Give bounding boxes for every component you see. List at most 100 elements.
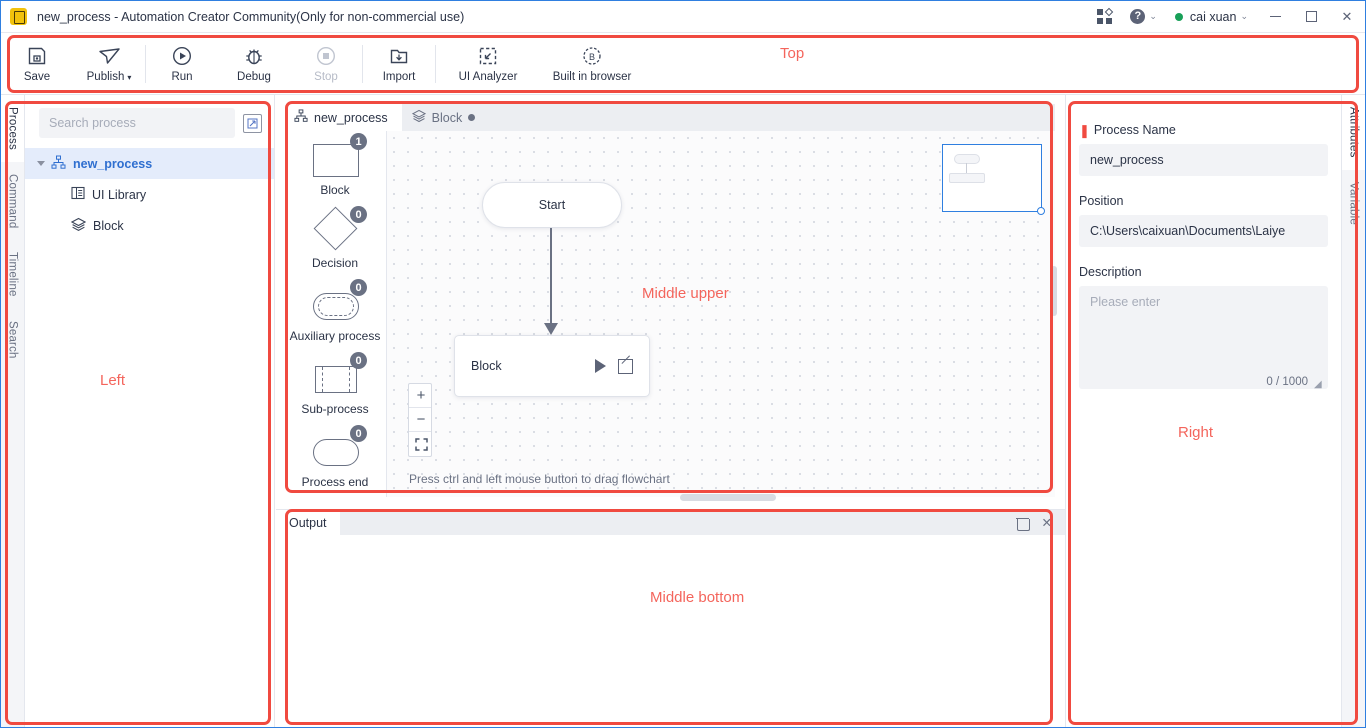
shape-palette: 1 Block 0 Decision 0 Auxiliary process 0… [284, 131, 387, 497]
panel-tab-variable[interactable]: Variable [1342, 169, 1365, 237]
palette-item-block[interactable]: 1 Block [284, 131, 386, 204]
run-play-icon [171, 44, 193, 68]
maximize-button[interactable] [1293, 1, 1329, 33]
application-window: new_process - Automation Creator Communi… [0, 0, 1366, 728]
edit-node-icon[interactable] [618, 358, 633, 374]
sidebar-tab-process[interactable]: Process [1, 95, 24, 162]
description-wrapper: 0 / 1000 ◢ [1079, 286, 1328, 394]
publish-button[interactable]: Publish ▾ [73, 35, 145, 93]
output-panel-body [276, 535, 1065, 727]
minimap-node [949, 173, 985, 183]
tree-item-block[interactable]: Block [25, 210, 274, 241]
flow-node-block[interactable]: Block [454, 335, 650, 397]
publish-paperplane-icon [98, 44, 121, 68]
close-icon[interactable]: ✕ [1042, 515, 1052, 530]
process-explorer-panel: new_process UI Library Block [25, 95, 275, 727]
search-input[interactable] [39, 108, 235, 138]
online-status-dot [1174, 12, 1183, 21]
save-disk-icon [26, 44, 48, 68]
tree-item-new-process[interactable]: new_process [25, 148, 274, 179]
description-textarea[interactable] [1079, 286, 1328, 389]
canvas-horizontal-scrollbar[interactable] [680, 494, 776, 501]
block-layers-icon [70, 217, 87, 235]
resize-grip-icon[interactable]: ◢ [1314, 380, 1323, 390]
import-button[interactable]: Import [363, 35, 435, 93]
minimap[interactable] [942, 144, 1045, 215]
run-label: Run [171, 71, 193, 83]
flow-node-start[interactable]: Start [482, 182, 622, 228]
collapse-panel-icon[interactable] [243, 113, 262, 133]
canvas-vertical-scrollbar[interactable] [1051, 266, 1057, 316]
zoom-in-button[interactable]: + [409, 384, 431, 408]
apps-grid-icon[interactable] [1088, 1, 1121, 33]
tab-new-process[interactable]: new_process [284, 104, 402, 131]
process-name-input[interactable] [1079, 144, 1328, 176]
user-menu-button[interactable]: cai xuan ⌄ [1166, 1, 1257, 33]
help-circle-icon: ? [1130, 9, 1146, 24]
run-node-icon[interactable] [595, 359, 606, 373]
debug-bug-icon [243, 44, 265, 68]
palette-item-label: Auxiliary process [289, 329, 381, 343]
help-menu-button[interactable]: ? ⌄ [1121, 1, 1166, 33]
editor-tab-strip: new_process Block [284, 104, 1055, 131]
window-title: new_process - Automation Creator Communi… [37, 9, 465, 24]
tree-item-label: UI Library [92, 187, 147, 202]
palette-item-decision[interactable]: 0 Decision [284, 204, 386, 277]
sidebar-tab-command[interactable]: Command [1, 161, 24, 241]
sidebar-tab-timeline[interactable]: Timeline [1, 240, 24, 310]
stadium-dashed-shape-icon: 0 [307, 279, 367, 327]
run-button[interactable]: Run [146, 35, 218, 93]
chevron-down-icon: ⌄ [1240, 11, 1248, 21]
palette-item-process-end[interactable]: 0 Process end [284, 423, 386, 496]
ui-analyzer-button[interactable]: UI Analyzer [436, 35, 540, 93]
debug-label: Debug [237, 71, 271, 83]
tree-item-label: new_process [73, 156, 153, 171]
tab-block[interactable]: Block [402, 104, 490, 131]
palette-item-auxiliary-process[interactable]: 0 Auxiliary process [284, 277, 386, 350]
attributes-panel: ❚ Process Name Position Description 0 / … [1065, 95, 1341, 727]
position-input[interactable] [1079, 215, 1328, 247]
tab-output[interactable]: Output [276, 510, 340, 535]
flowchart-canvas[interactable]: Start Block + − Press ctrl and left mous… [387, 131, 1055, 497]
flow-connector [550, 228, 552, 328]
built-in-browser-button[interactable]: B Built in browser [540, 35, 644, 93]
right-tab-strip: Attributes Variable [1341, 95, 1365, 727]
palette-item-label: Process end [301, 475, 369, 489]
rectangle-shape-icon: 1 [307, 133, 367, 181]
output-panel-header: Output ✕ [276, 510, 1065, 535]
description-label: Description [1079, 265, 1142, 279]
title-bar: new_process - Automation Creator Communi… [1, 1, 1365, 33]
panel-tab-attributes[interactable]: Attributes [1342, 95, 1365, 170]
tab-label: new_process [314, 110, 388, 125]
sidebar-tab-search[interactable]: Search [1, 309, 24, 371]
zoom-controls: + − [408, 383, 432, 457]
palette-count-badge: 0 [350, 425, 367, 442]
tree-item-ui-library[interactable]: UI Library [25, 179, 274, 210]
node-label: Start [538, 198, 566, 212]
palette-item-label: Block [320, 183, 350, 197]
palette-item-label: Decision [311, 256, 359, 270]
palette-count-badge: 1 [350, 133, 367, 150]
debug-button[interactable]: Debug [218, 35, 290, 93]
required-marker: ❚ [1079, 122, 1090, 138]
search-row [25, 95, 274, 148]
zoom-out-button[interactable]: − [409, 408, 431, 432]
tree-item-label: Block [93, 218, 124, 233]
minimize-button[interactable] [1257, 1, 1293, 33]
stop-square-icon [315, 44, 337, 68]
stop-button[interactable]: Stop [290, 35, 362, 93]
fit-screen-button[interactable] [409, 432, 431, 456]
left-tab-strip: Process Command Timeline Search [1, 95, 25, 727]
trash-icon[interactable] [1015, 516, 1030, 531]
position-label: Position [1079, 194, 1124, 208]
stop-label: Stop [314, 71, 338, 83]
palette-count-badge: 0 [350, 352, 367, 369]
palette-item-sub-process[interactable]: 0 Sub-process [284, 350, 386, 423]
minimap-resize-handle[interactable] [1037, 207, 1045, 215]
close-button[interactable]: ✕ [1329, 1, 1365, 33]
main-toolbar: Save Publish ▾ Run Debug Stop Import UI … [1, 33, 1365, 95]
minimap-node [954, 154, 980, 164]
process-tree-icon [294, 109, 308, 126]
save-button[interactable]: Save [1, 35, 73, 93]
import-label: Import [382, 71, 416, 83]
